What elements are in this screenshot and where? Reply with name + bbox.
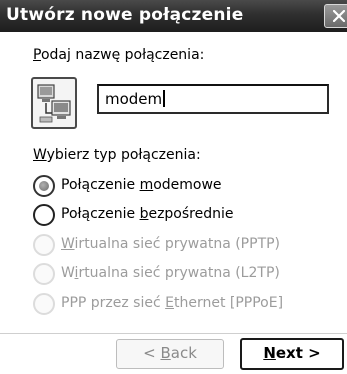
radio-label: Wirtualna sieć prywatna (L2TP) [61,265,280,281]
window-title: Utwórz nowe połączenie [6,5,244,25]
radio-vpn-l2tp: Wirtualna sieć prywatna (L2TP) [33,263,333,285]
radio-button-disabled [33,293,55,315]
new-connection-dialog: Utwórz nowe połączenie Podaj nazwę połąc… [0,0,347,374]
radio-modem-connection[interactable]: Połączenie modemowe [33,175,333,197]
close-icon [333,10,345,22]
radio-pppoe: PPP przez sieć Ethernet [PPPoE] [33,293,333,315]
next-button[interactable]: Next > [240,338,344,370]
title-bar[interactable]: Utwórz nowe połączenie [0,0,347,32]
radio-direct-connection[interactable]: Połączenie bezpośrednie [33,204,333,226]
close-button[interactable] [324,4,347,28]
radio-label: PPP przez sieć Ethernet [PPPoE] [61,295,284,311]
back-button: < Back [116,339,224,369]
connection-name-input[interactable]: modem [97,84,329,114]
radio-button-checked[interactable] [33,175,55,197]
network-connection-icon [31,77,77,129]
text-caret [163,90,166,107]
radio-vpn-pptp: Wirtualna sieć prywatna (PPTP) [33,234,333,256]
radio-label: Wirtualna sieć prywatna (PPTP) [61,236,281,252]
connection-name-label: Podaj nazwę połączenia: [33,47,205,63]
radio-button-disabled [33,263,55,285]
divider [0,333,347,334]
radio-label: Połączenie bezpośrednie [61,206,234,222]
radio-button[interactable] [33,204,55,226]
radio-label: Połączenie modemowe [61,177,222,193]
radio-button-disabled [33,234,55,256]
connection-type-label: Wybierz typ połączenia: [33,147,201,163]
